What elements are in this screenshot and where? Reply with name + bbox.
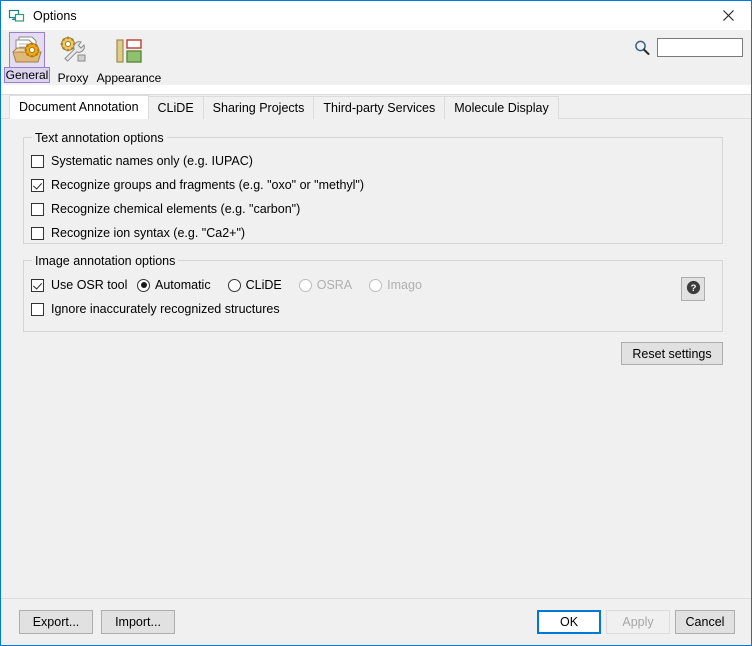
radio-label: OSRA <box>316 278 353 292</box>
reset-settings-button[interactable]: Reset settings <box>621 342 723 365</box>
general-folder-gear-icon <box>9 32 45 67</box>
radio-label: Automatic <box>155 278 211 292</box>
toolbar-item-label: General <box>3 67 51 83</box>
help-question-icon: ? <box>686 280 701 298</box>
tab-clide[interactable]: CLiDE <box>147 96 204 119</box>
radio-button <box>137 278 150 292</box>
checkbox-box <box>31 302 44 316</box>
radio-label: CLiDE <box>245 278 282 292</box>
search-icon <box>633 39 651 57</box>
radio-clide[interactable]: CLiDE <box>227 278 282 292</box>
image-annotation-groupbox: Image annotation options <box>23 254 723 332</box>
appearance-layout-icon <box>110 32 148 70</box>
close-button[interactable] <box>705 1 751 29</box>
tab-label: Molecule Display <box>454 101 549 115</box>
radio-label: Imago <box>387 278 422 292</box>
tab-label: Third-party Services <box>323 101 436 115</box>
checkbox-label: Ignore inaccurately recognized structure… <box>51 302 280 316</box>
tab-document-annotation[interactable]: Document Annotation <box>9 95 149 119</box>
checkbox-box <box>31 278 44 292</box>
checkbox-label: Recognize groups and fragments (e.g. "ox… <box>51 178 365 192</box>
export-label: Export... <box>32 615 80 629</box>
checkbox-label: Recognize chemical elements (e.g. "carbo… <box>51 202 301 216</box>
cancel-label: Cancel <box>685 615 725 629</box>
checkbox-recognize-chemical-elements[interactable]: Recognize chemical elements (e.g. "carbo… <box>31 202 300 216</box>
cancel-button[interactable]: Cancel <box>675 610 735 634</box>
search-input[interactable] <box>657 38 743 57</box>
checkbox-box <box>31 178 44 192</box>
export-button[interactable]: Export... <box>19 610 93 634</box>
window-title: Options <box>33 8 77 23</box>
tab-third-party-services[interactable]: Third-party Services <box>313 96 446 119</box>
radio-automatic[interactable]: Automatic <box>137 278 211 292</box>
svg-text:?: ? <box>690 283 696 294</box>
radio-imago: Imago <box>369 278 422 292</box>
toolbar-separator <box>1 85 751 95</box>
tab-label: Document Annotation <box>19 100 139 114</box>
search-area <box>633 38 743 57</box>
toolbar-item-label: Proxy <box>57 71 89 85</box>
tab-bar: Document Annotation CLiDE Sharing Projec… <box>1 95 751 119</box>
checkbox-label: Recognize ion syntax (e.g. "Ca2+") <box>51 226 246 240</box>
apply-label: Apply <box>622 615 654 629</box>
radio-osra: OSRA <box>298 278 353 292</box>
title-bar: Options <box>1 1 751 30</box>
toolbar-item-proxy[interactable]: Proxy <box>50 30 96 85</box>
import-button[interactable]: Import... <box>101 610 175 634</box>
checkbox-label: Systematic names only (e.g. IUPAC) <box>51 154 253 168</box>
checkbox-systematic-names[interactable]: Systematic names only (e.g. IUPAC) <box>31 154 253 168</box>
tab-molecule-display[interactable]: Molecule Display <box>444 96 559 119</box>
checkbox-box <box>31 226 44 240</box>
radio-button <box>227 278 241 292</box>
text-annotation-title: Text annotation options <box>32 131 167 145</box>
tab-label: CLiDE <box>157 101 194 115</box>
checkbox-box <box>31 202 44 216</box>
dialog-footer: Export... Import... OK Apply Cancel <box>1 599 751 645</box>
apply-button: Apply <box>606 610 670 634</box>
tab-panel-document-annotation: Text annotation options Systematic names… <box>1 119 751 598</box>
reset-settings-label: Reset settings <box>632 346 712 361</box>
image-annotation-title: Image annotation options <box>32 254 179 268</box>
proxy-gear-wrench-icon <box>54 32 92 70</box>
radio-button <box>369 278 383 292</box>
tab-sharing-projects[interactable]: Sharing Projects <box>202 96 315 119</box>
help-button[interactable]: ? <box>681 277 705 301</box>
checkbox-label: Use OSR tool <box>51 278 128 292</box>
import-label: Import... <box>115 615 161 629</box>
toolbar: General Proxy Appearance <box>1 30 751 85</box>
checkbox-recognize-ion-syntax[interactable]: Recognize ion syntax (e.g. "Ca2+") <box>31 226 245 240</box>
checkbox-recognize-groups-fragments[interactable]: Recognize groups and fragments (e.g. "ox… <box>31 178 364 192</box>
checkbox-use-osr-tool[interactable]: Use OSR tool <box>31 278 127 292</box>
tab-label: Sharing Projects <box>212 101 305 115</box>
osr-tool-radio-group: Automatic CLiDE OSRA Imago <box>137 278 439 292</box>
ok-label: OK <box>559 615 579 629</box>
ok-button[interactable]: OK <box>537 610 601 634</box>
checkbox-box <box>31 154 44 168</box>
toolbar-item-appearance[interactable]: Appearance <box>96 30 162 85</box>
options-dialog: Options General Proxy Appearance Documen… <box>0 0 752 646</box>
toolbar-item-label: Appearance <box>96 71 162 85</box>
checkbox-ignore-inaccurate-structures[interactable]: Ignore inaccurately recognized structure… <box>31 302 280 316</box>
radio-button <box>298 278 312 292</box>
toolbar-item-general[interactable]: General <box>3 30 51 83</box>
options-window-icon <box>8 7 26 25</box>
